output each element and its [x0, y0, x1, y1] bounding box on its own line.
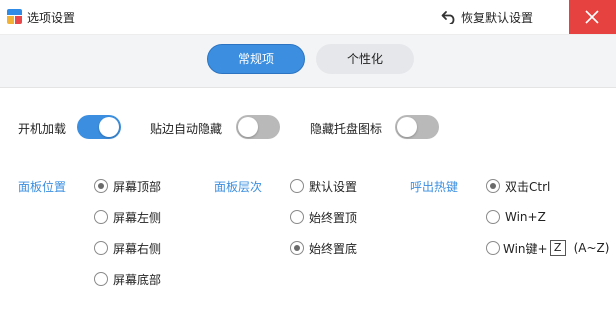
radio-indicator — [94, 210, 108, 224]
close-icon — [585, 10, 599, 24]
radio-layer-default[interactable]: 默认设置 — [290, 178, 357, 194]
radio-indicator — [486, 179, 500, 193]
radio-indicator — [290, 179, 304, 193]
radio-label: Win+Z — [505, 210, 546, 224]
startup-switch[interactable] — [77, 115, 121, 139]
radio-hotkey-double-ctrl[interactable]: 双击Ctrl — [486, 178, 550, 194]
switch-knob — [238, 117, 258, 137]
tab-bar: 常规项 个性化 — [0, 35, 616, 87]
auto-hide-switch[interactable] — [236, 115, 280, 139]
hide-tray-switch[interactable] — [395, 115, 439, 139]
radio-hotkey-win-z[interactable]: Win+Z — [486, 209, 546, 225]
radio-hotkey-win-custom[interactable]: Win键+ Z (A~Z) — [486, 240, 609, 256]
toggle-hide-tray-label: 隐藏托盘图标 — [310, 122, 383, 136]
radio-screen-right[interactable]: 屏幕右侧 — [94, 240, 161, 256]
undo-icon — [441, 11, 455, 24]
radio-label: 屏幕右侧 — [113, 241, 162, 256]
hotkey-key-input[interactable]: Z — [549, 240, 566, 256]
radio-screen-left[interactable]: 屏幕左侧 — [94, 209, 161, 225]
radio-layer-always-top[interactable]: 始终置顶 — [290, 209, 357, 225]
toggle-auto-hide-label: 贴边自动隐藏 — [150, 122, 223, 136]
title-bar: 选项设置 恢复默认设置 — [0, 0, 616, 34]
hotkey-title: 呼出热键 — [410, 180, 459, 194]
window-title: 选项设置 — [27, 11, 76, 25]
radio-label: 屏幕顶部 — [113, 179, 162, 194]
tab-general[interactable]: 常规项 — [207, 44, 305, 74]
radio-indicator — [486, 241, 500, 255]
radio-label: 屏幕左侧 — [113, 210, 162, 225]
radio-indicator — [94, 241, 108, 255]
toggle-startup-label: 开机加载 — [18, 122, 67, 136]
radio-indicator — [290, 241, 304, 255]
radio-label: 双击Ctrl — [505, 179, 551, 194]
close-button[interactable] — [569, 0, 616, 34]
radio-layer-always-bottom[interactable]: 始终置底 — [290, 240, 357, 256]
radio-indicator — [486, 210, 500, 224]
radio-screen-bottom[interactable]: 屏幕底部 — [94, 271, 161, 287]
tab-divider — [0, 87, 616, 88]
tab-personalize[interactable]: 个性化 — [316, 44, 414, 74]
switch-knob — [397, 117, 417, 137]
hotkey-range-hint: (A~Z) — [573, 241, 610, 255]
panel-layer-title: 面板层次 — [214, 180, 263, 194]
radio-label: 屏幕底部 — [113, 272, 162, 287]
radio-indicator — [290, 210, 304, 224]
radio-label: 默认设置 — [309, 179, 358, 194]
radio-label: 始终置顶 — [309, 210, 358, 225]
radio-label: 始终置底 — [309, 241, 358, 256]
radio-label: Win键+ — [503, 241, 548, 256]
switch-knob — [99, 117, 119, 137]
radio-indicator — [94, 272, 108, 286]
radio-screen-top[interactable]: 屏幕顶部 — [94, 178, 161, 194]
restore-defaults-button[interactable]: 恢复默认设置 — [441, 8, 533, 26]
panel-position-title: 面板位置 — [18, 180, 67, 194]
restore-defaults-label: 恢复默认设置 — [461, 10, 534, 25]
radio-indicator — [94, 179, 108, 193]
app-icon — [7, 9, 22, 24]
